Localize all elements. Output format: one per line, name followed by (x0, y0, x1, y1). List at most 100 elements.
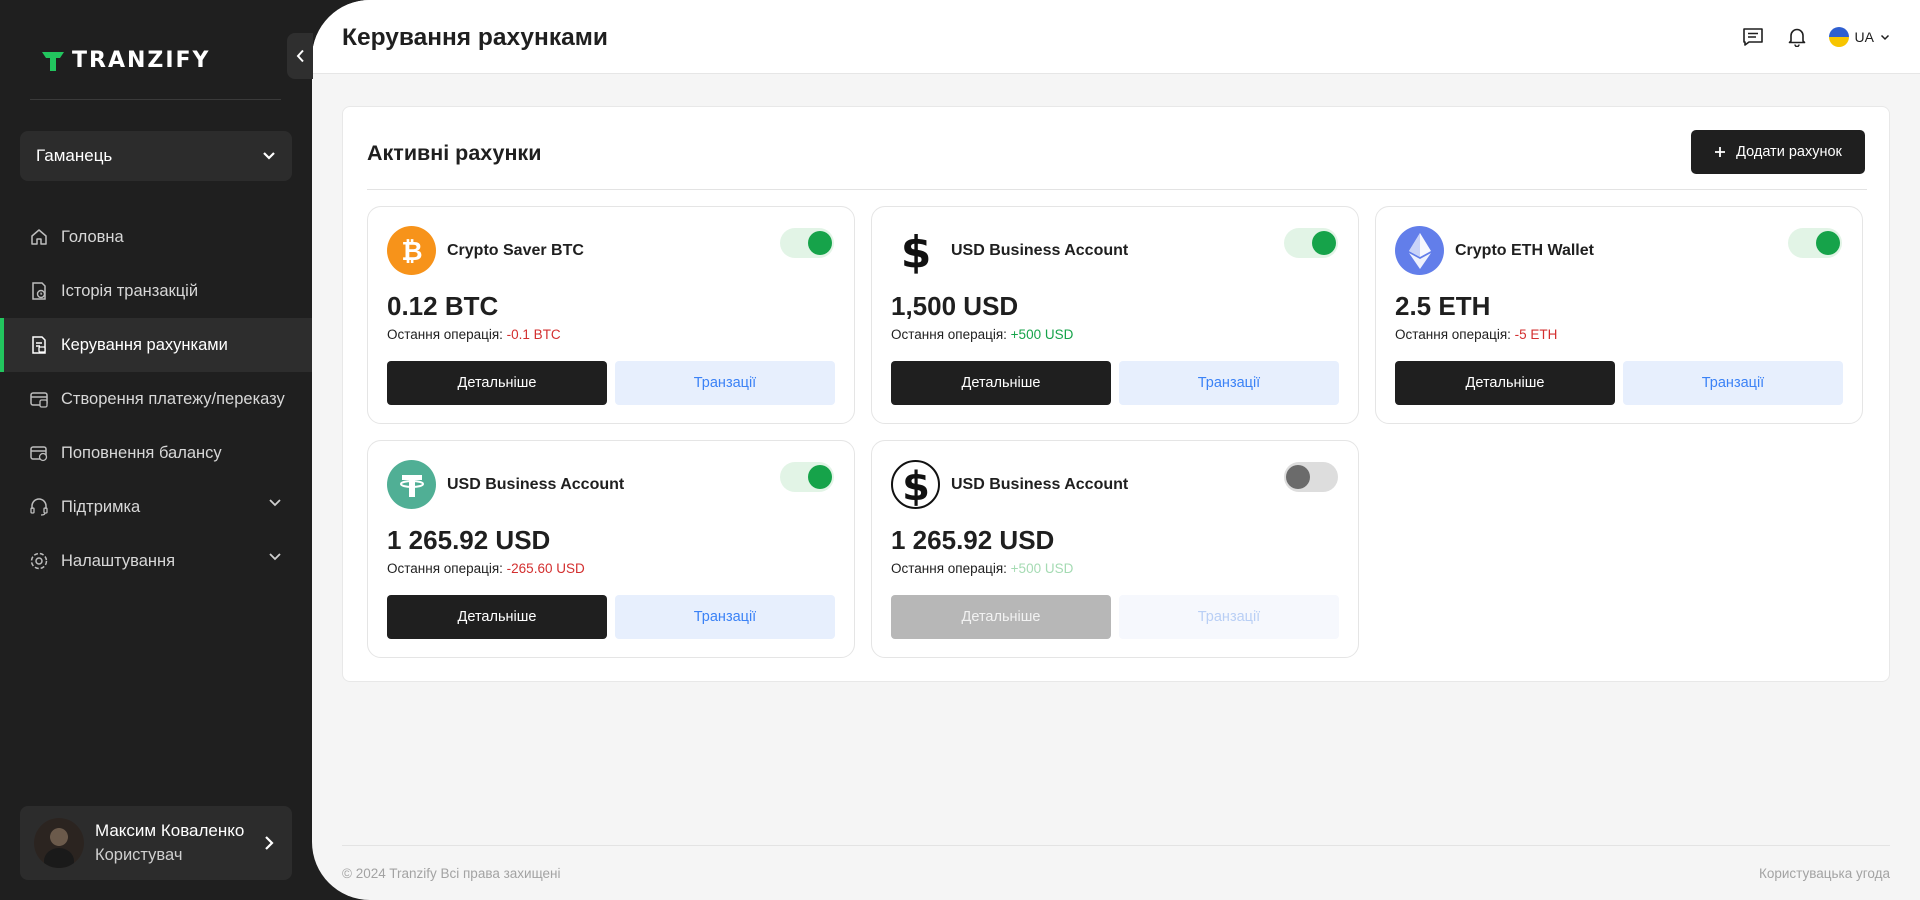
logo-text: TRANZIFY (72, 48, 211, 73)
headset-icon (28, 496, 50, 518)
sidebar: TRANZIFY Гаманець Головна Історія транза… (0, 0, 312, 900)
ukraine-flag-icon (1828, 27, 1849, 47)
account-card: $ USD Business Account 1,500 USD Остання… (871, 206, 1359, 424)
payment-card-icon (28, 388, 50, 410)
details-button[interactable]: Детальніше (1395, 361, 1615, 405)
account-balance: 1 265.92 USD (891, 525, 1055, 555)
account-name: USD Business Account (951, 476, 1129, 493)
account-name: Crypto Saver BTC (447, 242, 584, 259)
last-operation-value: -0.1 BTC (506, 327, 561, 342)
account-name: Crypto ETH Wallet (1455, 242, 1594, 259)
dollar-circle-icon: $ (891, 460, 940, 509)
transactions-button[interactable]: Транзації (615, 361, 835, 405)
language-select[interactable]: UA (1828, 27, 1890, 47)
chevron-left-icon (296, 49, 304, 63)
dollar-icon: $ (891, 226, 940, 275)
user-name: Максим Коваленко (95, 821, 245, 840)
gear-icon (28, 550, 50, 572)
user-role: Користувач (95, 846, 183, 864)
sidebar-item-settings[interactable]: Налаштування (0, 534, 312, 588)
details-button[interactable]: Детальніше (387, 595, 607, 639)
add-account-button[interactable]: Додати рахунок (1691, 130, 1865, 174)
transactions-button[interactable]: Транзації (615, 595, 835, 639)
details-button[interactable]: Детальніше (891, 595, 1111, 639)
topbar: Керування рахунками UA (312, 0, 1920, 74)
chevron-down-icon (1880, 34, 1890, 40)
transactions-button[interactable]: Транзації (1623, 361, 1843, 405)
details-button[interactable]: Детальніше (891, 361, 1111, 405)
account-balance: 1,500 USD (891, 291, 1019, 321)
wallet-select-label: Гаманець (36, 146, 113, 165)
accounts-panel: Активні рахунки Додати рахунок ₿ Crypto … (342, 106, 1890, 682)
sidebar-item-label: Створення платежу/переказу (61, 389, 285, 408)
account-toggle[interactable] (780, 228, 834, 258)
chevron-down-icon (269, 553, 281, 561)
sidebar-item-label: Поповнення балансу (61, 443, 222, 462)
account-toggle[interactable] (1788, 228, 1842, 258)
terms-link[interactable]: Користувацька угода (1759, 866, 1890, 881)
sidebar-nav: Головна Історія транзакцій Керування рах… (0, 210, 312, 588)
tether-icon (387, 460, 436, 509)
sidebar-item-support[interactable]: Підтримка (0, 480, 312, 534)
last-operation: Остання операція: +500 USD (891, 561, 1073, 576)
account-toggle[interactable] (1284, 228, 1338, 258)
sidebar-item-label: Історія транзакцій (61, 281, 199, 300)
sidebar-item-home[interactable]: Головна (0, 210, 312, 264)
account-card: Crypto ETH Wallet 2.5 ETH Остання операц… (1375, 206, 1863, 424)
svg-text:$: $ (902, 464, 930, 506)
account-toggle[interactable] (780, 462, 834, 492)
main-content: Керування рахунками UA Активні рахунки Д… (312, 0, 1920, 900)
home-icon (28, 226, 50, 248)
chat-icon[interactable] (1741, 25, 1765, 49)
sidebar-item-label: Налаштування (61, 551, 176, 570)
ethereum-icon (1395, 226, 1444, 275)
last-operation-value: +500 USD (1010, 561, 1074, 576)
sidebar-item-label: Підтримка (61, 497, 141, 516)
wallet-select[interactable]: Гаманець (20, 131, 292, 181)
last-operation-label: Остання операція: (1395, 327, 1511, 342)
page-title: Керування рахунками (342, 24, 608, 51)
footer-divider (342, 845, 1890, 846)
last-operation-label: Остання операція: (891, 327, 1007, 342)
add-account-label: Додати рахунок (1736, 144, 1842, 160)
accounts-document-icon (28, 334, 50, 356)
plus-icon (1715, 147, 1726, 157)
chevron-down-icon (263, 152, 275, 160)
account-name: USD Business Account (951, 242, 1129, 259)
last-operation-value: -5 ETH (1514, 327, 1558, 342)
transactions-button[interactable]: Транзації (1119, 361, 1339, 405)
bitcoin-icon: ₿ (387, 226, 436, 275)
account-card: $ USD Business Account 1 265.92 USD Оста… (871, 440, 1359, 658)
last-operation: Остання операція: -265.60 USD (387, 561, 585, 576)
logo[interactable]: TRANZIFY (40, 48, 210, 73)
sidebar-item-accounts[interactable]: Керування рахунками (0, 318, 312, 372)
sidebar-collapse-button[interactable] (287, 33, 313, 79)
last-operation-value: +500 USD (1010, 327, 1074, 342)
account-toggle[interactable] (1284, 462, 1338, 492)
account-name: USD Business Account (447, 476, 625, 493)
section-title: Активні рахунки (367, 141, 542, 165)
last-operation-value: -265.60 USD (506, 561, 585, 576)
bell-icon[interactable] (1785, 25, 1809, 49)
sidebar-item-topup[interactable]: Поповнення балансу (0, 426, 312, 480)
divider (367, 189, 1867, 190)
account-card: USD Business Account 1 265.92 USD Останн… (367, 440, 855, 658)
account-balance: 1 265.92 USD (387, 525, 551, 555)
sidebar-item-label: Головна (61, 227, 124, 246)
details-button[interactable]: Детальніше (387, 361, 607, 405)
copyright-text: © 2024 Tranzify Всі права захищені (342, 866, 561, 881)
last-operation-label: Остання операція: (387, 327, 503, 342)
last-operation: Остання операція: -0.1 BTC (387, 327, 561, 342)
logo-divider (30, 99, 281, 100)
sidebar-item-payment[interactable]: Створення платежу/переказу (0, 372, 312, 426)
wallet-topup-icon (28, 442, 50, 464)
account-balance: 2.5 ETH (1395, 291, 1491, 321)
avatar (34, 818, 84, 868)
account-balance: 0.12 BTC (387, 291, 499, 321)
tranzify-logo-icon (42, 51, 64, 71)
sidebar-item-history[interactable]: Історія транзакцій (0, 264, 312, 318)
user-card[interactable]: Максим Коваленко Користувач (20, 806, 292, 880)
last-operation-label: Остання операція: (387, 561, 503, 576)
svg-text:₿: ₿ (401, 237, 422, 266)
transactions-button[interactable]: Транзації (1119, 595, 1339, 639)
